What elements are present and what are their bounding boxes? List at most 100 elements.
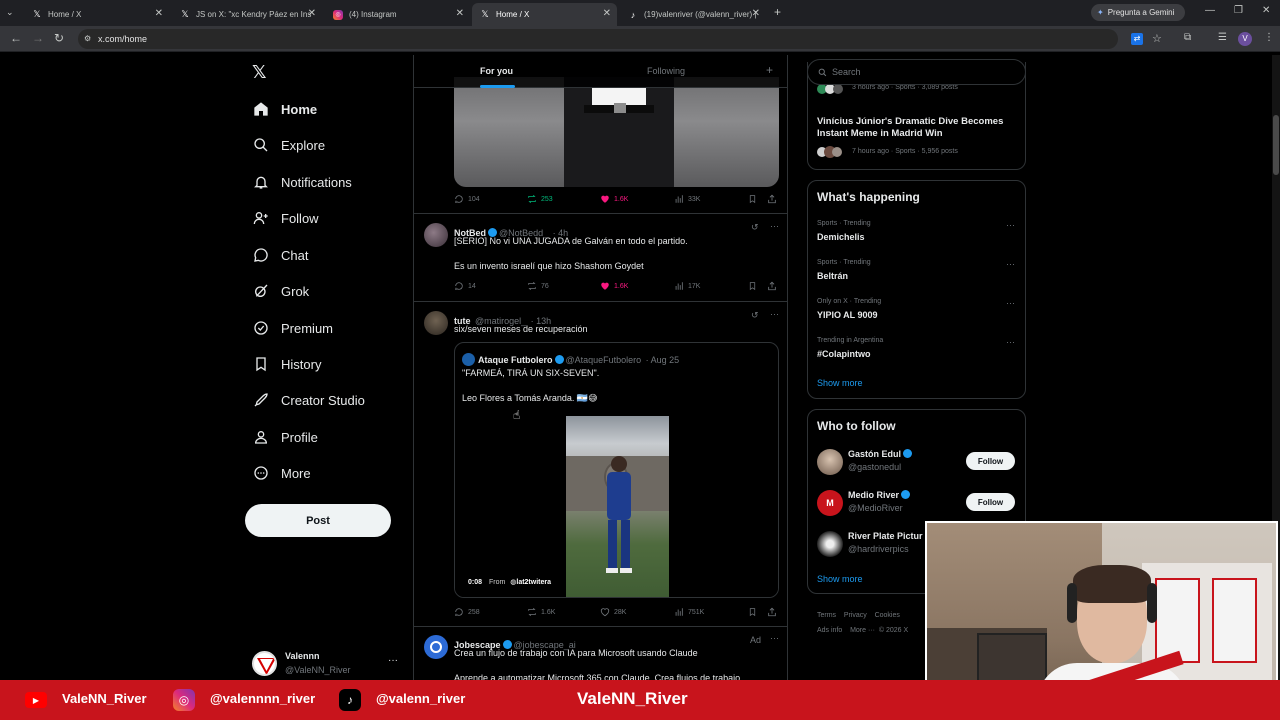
new-tab-button[interactable]: +: [774, 5, 781, 19]
scrollbar-thumb[interactable]: [1273, 115, 1279, 175]
grok-icon[interactable]: ↺: [751, 222, 759, 233]
bookmark-button[interactable]: [748, 281, 761, 291]
reply-button[interactable]: 104: [454, 194, 480, 204]
back-icon[interactable]: ←: [10, 31, 22, 45]
reply-button[interactable]: 258: [454, 607, 480, 617]
footer-link[interactable]: Ads info: [817, 627, 842, 634]
avatar[interactable]: [424, 311, 448, 335]
more-dots-icon[interactable]: ···: [1006, 298, 1015, 308]
views-button[interactable]: 33K: [674, 194, 700, 204]
repost-button[interactable]: 76: [527, 281, 549, 291]
account-switcher[interactable]: Valennn @ValeNN_River ···: [252, 651, 404, 679]
browser-menu-icon[interactable]: ⋮: [1264, 32, 1274, 43]
nav-grok[interactable]: Grok: [252, 277, 309, 305]
footer-link[interactable]: Terms: [817, 612, 836, 619]
like-button[interactable]: 28K: [600, 607, 626, 617]
profile-avatar[interactable]: V: [1238, 32, 1252, 46]
avatar[interactable]: [424, 635, 448, 659]
site-info-icon[interactable]: ⚙: [84, 34, 91, 43]
nav-follow[interactable]: Follow: [252, 204, 319, 232]
close-window-button[interactable]: ✕: [1262, 5, 1270, 16]
like-button[interactable]: 1.6K: [600, 281, 628, 291]
repost-button[interactable]: 1.6K: [527, 607, 555, 617]
footer-link[interactable]: More ···: [850, 627, 875, 634]
nav-explore[interactable]: Explore: [252, 131, 325, 159]
gemini-button[interactable]: ✦ Pregunta a Gemini: [1091, 4, 1185, 21]
quoted-post[interactable]: Ataque Futbolero @AtaqueFutbolero · Aug 2…: [454, 342, 779, 598]
footer-link[interactable]: Cookies: [875, 612, 900, 619]
nav-notifications[interactable]: Notifications: [252, 168, 352, 196]
post-text: six/seven meses de recuperación: [454, 324, 588, 334]
follow-suggestion[interactable]: Gastón Edul @gastonedul Follow: [808, 446, 1025, 478]
reply-button[interactable]: 14: [454, 281, 476, 291]
trend-item[interactable]: Sports · Trending Beltrán ···: [808, 256, 1025, 292]
maximize-button[interactable]: ❐: [1234, 5, 1243, 16]
like-button[interactable]: 1.6K: [600, 194, 628, 204]
extensions-icon[interactable]: ⧉: [1184, 32, 1191, 43]
more-dots-icon[interactable]: ···: [1006, 220, 1015, 230]
more-dots-icon[interactable]: ···: [770, 633, 779, 643]
forward-icon[interactable]: →: [32, 31, 44, 45]
more-dots-icon[interactable]: ···: [770, 309, 779, 319]
trend-item[interactable]: Only on X · Trending YIPIO AL 9009 ···: [808, 295, 1025, 331]
views-button[interactable]: 751K: [674, 607, 704, 617]
close-tab-icon[interactable]: ✕: [752, 8, 760, 19]
search-input[interactable]: Search: [807, 59, 1026, 85]
trend-item[interactable]: Sports · Trending Demichelis ···: [808, 217, 1025, 253]
browser-tab[interactable]: 𝕏 Home / X ✕: [24, 3, 169, 26]
news-headline[interactable]: Vinícius Júnior's Dramatic Dive Becomes …: [817, 116, 1017, 140]
post-card[interactable]: tute @matirogel_ · 13h ↺ ··· six/seven m…: [414, 302, 787, 627]
video-source-handle[interactable]: lat2twitera: [516, 579, 551, 586]
browser-tab[interactable]: 𝕏 JS on X: "xc Kendry Páez en Ins ✕: [172, 3, 322, 26]
post-image[interactable]: [454, 77, 779, 187]
nav-creator-studio[interactable]: Creator Studio: [252, 386, 365, 414]
tab-search-icon[interactable]: ☰: [1218, 32, 1227, 43]
tab-for-you[interactable]: For you: [480, 66, 513, 76]
more-dots-icon[interactable]: ···: [770, 221, 779, 231]
grok-icon[interactable]: ↺: [751, 310, 759, 321]
footer-link[interactable]: Privacy: [844, 612, 867, 619]
reload-icon[interactable]: ↻: [54, 31, 64, 45]
add-tab-icon[interactable]: +: [766, 63, 773, 77]
nav-history[interactable]: History: [252, 350, 321, 378]
minimize-button[interactable]: —: [1205, 5, 1215, 16]
views-button[interactable]: 17K: [674, 281, 700, 291]
nav-profile[interactable]: Profile: [252, 423, 318, 451]
post-button[interactable]: Post: [245, 504, 391, 537]
follow-button[interactable]: Follow: [966, 493, 1015, 511]
share-button[interactable]: [767, 607, 781, 617]
bookmark-star-icon[interactable]: ☆: [1152, 32, 1162, 45]
follow-button[interactable]: Follow: [966, 452, 1015, 470]
follow-suggestion[interactable]: M Medio River @MedioRiver Follow: [808, 487, 1025, 519]
url-input[interactable]: ⚙ x.com/home: [78, 29, 1118, 49]
trend-item[interactable]: Trending in Argentina #Colapintwo ···: [808, 334, 1025, 370]
translate-icon[interactable]: ⇄: [1131, 33, 1143, 45]
ad-post-card[interactable]: Jobescape @jobescape_ai Ad ··· Crea un fl…: [414, 627, 787, 680]
tab-following[interactable]: Following: [647, 66, 685, 76]
post-card[interactable]: NotBed @NotBedd_ · 4h ↺ ··· [SERIO] No vi…: [414, 214, 787, 302]
x-logo-icon[interactable]: 𝕏: [252, 62, 267, 83]
close-tab-icon[interactable]: ✕: [603, 8, 611, 19]
share-button[interactable]: [767, 281, 781, 291]
share-button[interactable]: [767, 194, 781, 204]
nav-chat[interactable]: Chat: [252, 241, 308, 269]
browser-tab[interactable]: ♪ (19)valenriver (@valenn_river) | ✕: [620, 3, 766, 26]
close-tab-icon[interactable]: ✕: [456, 8, 464, 19]
avatar[interactable]: [424, 223, 448, 247]
nav-home[interactable]: Home: [252, 95, 317, 123]
more-dots-icon[interactable]: ···: [1006, 259, 1015, 269]
close-tab-icon[interactable]: ✕: [308, 8, 316, 19]
show-more-link[interactable]: Show more: [817, 574, 863, 584]
show-more-link[interactable]: Show more: [817, 378, 863, 388]
repost-button[interactable]: 253: [527, 194, 553, 204]
more-dots-icon[interactable]: ···: [1006, 337, 1015, 347]
tab-search-icon[interactable]: ⌄: [6, 7, 14, 18]
nav-premium[interactable]: Premium: [252, 314, 333, 342]
bookmark-button[interactable]: [748, 194, 761, 204]
browser-tab-active[interactable]: 𝕏 Home / X ✕: [472, 3, 617, 26]
nav-more[interactable]: More: [252, 459, 311, 487]
browser-tab[interactable]: ◎ (4) Instagram ✕: [325, 3, 470, 26]
bookmark-button[interactable]: [748, 607, 761, 617]
video-player[interactable]: 0:08 From ◍lat2twitera: [455, 416, 778, 597]
close-tab-icon[interactable]: ✕: [155, 8, 163, 19]
